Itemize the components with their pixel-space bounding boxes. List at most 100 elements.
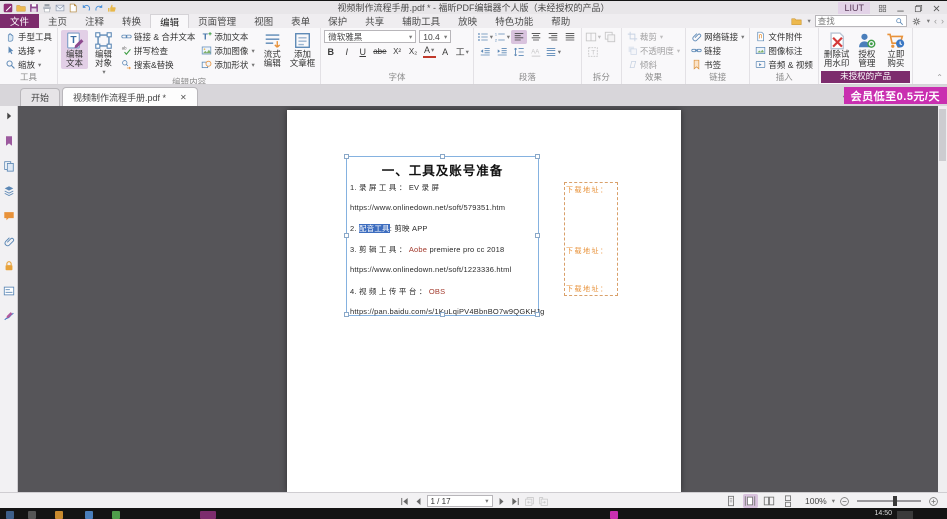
split-cells-button[interactable]: ▾	[585, 30, 601, 44]
prev-chevron-icon[interactable]: ‹	[934, 16, 937, 26]
zoom-out-icon[interactable]	[839, 496, 850, 507]
document-line[interactable]: 4. 视 频 上 传 平 台 ： OBS	[350, 286, 537, 297]
restore-icon[interactable]	[914, 4, 923, 13]
like-icon[interactable]	[107, 3, 117, 13]
scrollbar-thumb[interactable]	[939, 109, 946, 161]
menu-tab-注释[interactable]: 注释	[76, 14, 113, 28]
menu-tab-编辑[interactable]: 编辑	[150, 14, 189, 28]
add-text-button[interactable]: T添加文本	[199, 30, 256, 43]
open-folder-icon[interactable]	[16, 3, 26, 13]
resize-handle[interactable]	[535, 233, 540, 238]
watermark-del-button[interactable]: 删除试用水印	[822, 30, 852, 69]
font-size-select[interactable]: 10.4▾	[419, 30, 451, 43]
italic-button[interactable]: I	[340, 45, 353, 58]
user-gear-button[interactable]: 授权管理	[853, 30, 880, 69]
page-thumbnails-icon[interactable]	[3, 160, 15, 172]
taskbar-app-3[interactable]	[112, 511, 120, 519]
image-note-button[interactable]: 图像标注	[753, 44, 814, 57]
document-line[interactable]: 3. 剪 辑 工 具 ： Aobe premiere pro cc 2018	[350, 244, 537, 255]
continuous-scroll-view-button[interactable]	[781, 494, 796, 508]
strikethrough-button[interactable]: abe	[372, 45, 387, 58]
chain-merge-button[interactable]: 链接 & 合并文本	[119, 30, 197, 43]
form-fields-icon[interactable]	[3, 285, 15, 297]
line-spacing-button[interactable]	[511, 45, 527, 59]
menu-tab-特色功能[interactable]: 特色功能	[486, 14, 542, 28]
search-input[interactable]	[818, 16, 895, 26]
tab-document[interactable]: 视频制作流程手册.pdf * ✕	[62, 87, 198, 106]
document-line[interactable]: https://www.onlinedown.net/soft/579351.h…	[350, 203, 537, 212]
subscript-button[interactable]: X₂	[407, 45, 420, 58]
font-color-button[interactable]: A▾	[423, 45, 436, 58]
undo-icon[interactable]	[81, 3, 91, 13]
bookmark-button[interactable]: 书签	[689, 58, 746, 71]
cursor-button[interactable]: 选择▾	[3, 44, 54, 57]
menu-tab-帮助[interactable]: 帮助	[542, 14, 579, 28]
facing-pages-view-button[interactable]	[762, 494, 777, 508]
close-icon[interactable]	[932, 4, 941, 13]
crop-button[interactable]: 裁剪▾	[625, 30, 682, 43]
resize-handle[interactable]	[535, 312, 540, 317]
menu-tab-转换[interactable]: 转换	[113, 14, 150, 28]
close-tab-icon[interactable]: ✕	[180, 93, 187, 102]
zoom-level[interactable]: 100%	[805, 496, 827, 506]
zoom-caret-icon[interactable]: ▾	[832, 497, 835, 505]
magnifier-button[interactable]: 缩放▾	[3, 58, 54, 71]
text-edit-bounding-box[interactable]: 一、工具及账号准备 1. 录 屏 工 具 ： EV 录 屏 https://www…	[346, 156, 539, 316]
taskbar-clock[interactable]: 14:50	[874, 510, 892, 517]
first-page-icon[interactable]	[399, 496, 410, 507]
recent-folder-icon[interactable]	[791, 16, 802, 27]
menu-tab-共享[interactable]: 共享	[356, 14, 393, 28]
hand-button[interactable]: 手型工具	[3, 30, 54, 43]
download-address-box[interactable]: 下载地址：下载地址：下载地址：	[564, 182, 618, 296]
font-family-select[interactable]: 微软雅黑▾	[324, 30, 416, 43]
menu-tab-放映[interactable]: 放映	[449, 14, 486, 28]
search-replace-button[interactable]: 搜索&替换	[119, 58, 197, 71]
resize-handle[interactable]	[535, 154, 540, 159]
underline-button[interactable]: U	[356, 45, 369, 58]
email-icon[interactable]	[55, 3, 65, 13]
document-heading[interactable]: 一、工具及账号准备	[347, 160, 538, 179]
taskbar-search[interactable]	[28, 511, 36, 519]
resize-handle[interactable]	[344, 233, 349, 238]
text-frame-button[interactable]: T	[585, 45, 601, 59]
chain-button[interactable]: 链接	[689, 44, 746, 57]
edit-text-button[interactable]: T编辑文本	[61, 30, 88, 69]
attachments-icon[interactable]	[3, 235, 15, 247]
resize-handle[interactable]	[440, 154, 445, 159]
foxit-logo-icon[interactable]	[3, 3, 13, 13]
menu-tab-主页[interactable]: 主页	[39, 14, 76, 28]
search-icon[interactable]	[895, 17, 904, 26]
redo-icon[interactable]	[94, 3, 104, 13]
resize-handle[interactable]	[440, 312, 445, 317]
article-frame-button[interactable]: 添加文章框	[288, 30, 318, 69]
taskbar-app-2[interactable]	[85, 511, 93, 519]
menu-tab-页面管理[interactable]: 页面管理	[189, 14, 245, 28]
gear-caret[interactable]: ▾	[927, 17, 930, 25]
opacity-button[interactable]: 不透明度▾	[625, 44, 682, 57]
menu-tab-保护[interactable]: 保护	[319, 14, 356, 28]
indent-dec-button[interactable]	[477, 45, 493, 59]
page-number-input[interactable]: 1 / 17▾	[427, 495, 493, 507]
taskbar-app-active[interactable]	[200, 511, 216, 519]
spellcheck-button[interactable]: ab拼写检查	[119, 44, 197, 57]
digital-signature-icon[interactable]	[3, 310, 15, 322]
audio-video-button[interactable]: 音频 & 视频	[753, 58, 814, 71]
add-image-button[interactable]: 添加图像▾	[199, 44, 256, 57]
document-line[interactable]: 1. 录 屏 工 具 ： EV 录 屏	[350, 182, 537, 193]
save-icon[interactable]	[29, 3, 39, 13]
taskbar-app-4[interactable]	[610, 511, 618, 519]
previous-page-icon[interactable]	[413, 496, 424, 507]
shear-button[interactable]: 倾斜	[625, 58, 682, 71]
pdf-page[interactable]: 一、工具及账号准备 1. 录 屏 工 具 ： EV 录 屏 https://www…	[287, 110, 681, 492]
print-icon[interactable]	[42, 3, 52, 13]
file-attach-button[interactable]: 文件附件	[753, 30, 814, 43]
vertical-scrollbar[interactable]	[938, 106, 947, 492]
add-shape-button[interactable]: 添加形状▾	[199, 58, 256, 71]
layers-icon[interactable]	[3, 185, 15, 197]
file-menu-button[interactable]: 文件	[0, 14, 39, 28]
edit-object-button[interactable]: 编辑对象▾	[90, 30, 117, 77]
menu-tab-表单[interactable]: 表单	[282, 14, 319, 28]
next-page-icon[interactable]	[496, 496, 507, 507]
single-page-view-button[interactable]	[724, 494, 739, 508]
security-icon[interactable]	[3, 260, 15, 272]
